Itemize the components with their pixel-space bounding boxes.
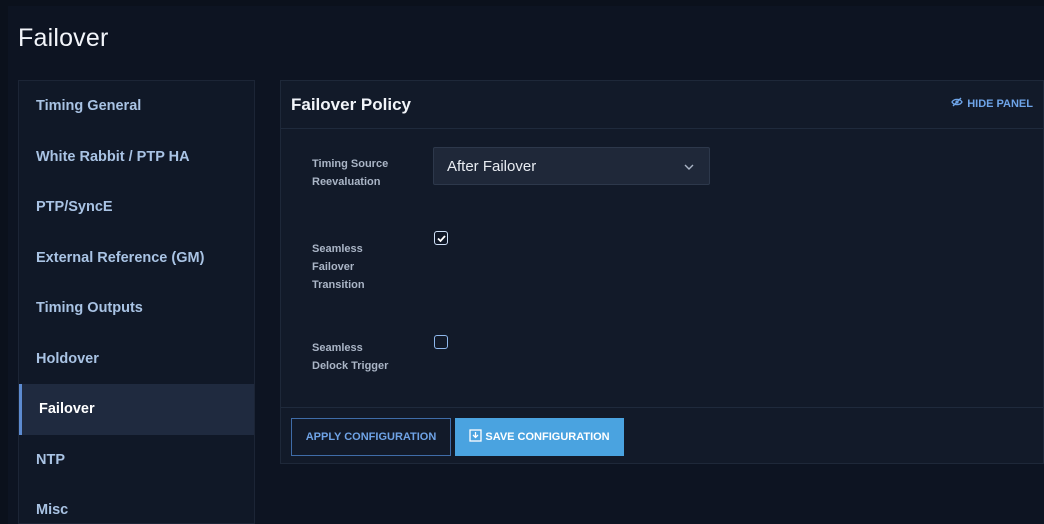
timing-source-label-line2: Reevaluation <box>312 176 381 188</box>
sidebar: Timing General White Rabbit / PTP HA PTP… <box>18 80 255 524</box>
download-icon <box>469 429 483 445</box>
hide-panel-button[interactable]: HIDE PANEL <box>951 97 1033 110</box>
timing-source-select[interactable]: After Failover <box>433 147 710 185</box>
seamless-failover-label-line2: Failover <box>312 261 355 273</box>
sidebar-item-misc[interactable]: Misc <box>19 485 254 524</box>
timing-source-label-line1: Timing Source <box>312 158 389 170</box>
sidebar-item-timing-general[interactable]: Timing General <box>19 81 254 132</box>
sidebar-item-external-reference[interactable]: External Reference (GM) <box>19 233 254 284</box>
timing-source-label: Timing Source Reevaluation <box>312 155 388 191</box>
hide-panel-label: HIDE PANEL <box>967 97 1033 110</box>
failover-policy-panel: Failover Policy HIDE PANEL Timing Source… <box>280 80 1044 464</box>
seamless-failover-label-line1: Seamless <box>312 243 363 255</box>
sidebar-item-holdover[interactable]: Holdover <box>19 334 254 385</box>
seamless-delock-label: Seamless Delock Trigger <box>312 339 388 375</box>
seamless-failover-checkbox[interactable] <box>434 231 448 245</box>
eye-slash-icon <box>951 97 963 110</box>
app-window: Failover Timing General White Rabbit / P… <box>8 6 1044 524</box>
sidebar-item-timing-outputs[interactable]: Timing Outputs <box>19 283 254 334</box>
panel-header: Failover Policy <box>281 81 1043 129</box>
seamless-delock-checkbox[interactable] <box>434 335 448 349</box>
panel-footer-divider <box>281 407 1043 408</box>
seamless-delock-label-line2: Delock Trigger <box>312 360 389 372</box>
panel-title: Failover Policy <box>291 94 411 114</box>
seamless-failover-label: Seamless Failover Transition <box>312 240 365 294</box>
seamless-delock-label-line1: Seamless <box>312 342 363 354</box>
chevron-down-icon <box>683 160 695 177</box>
sidebar-item-white-rabbit[interactable]: White Rabbit / PTP HA <box>19 132 254 183</box>
timing-source-value: After Failover <box>447 157 537 175</box>
page-title: Failover <box>18 24 109 52</box>
save-configuration-label: SAVE CONFIGURATION <box>485 431 610 443</box>
apply-configuration-button[interactable]: APPLY CONFIGURATION <box>291 418 451 456</box>
sidebar-item-ptp-synce[interactable]: PTP/SyncE <box>19 182 254 233</box>
save-configuration-button[interactable]: SAVE CONFIGURATION <box>455 418 624 456</box>
seamless-failover-label-line3: Transition <box>312 279 365 291</box>
sidebar-item-ntp[interactable]: NTP <box>19 435 254 486</box>
sidebar-item-failover[interactable]: Failover <box>19 384 254 435</box>
